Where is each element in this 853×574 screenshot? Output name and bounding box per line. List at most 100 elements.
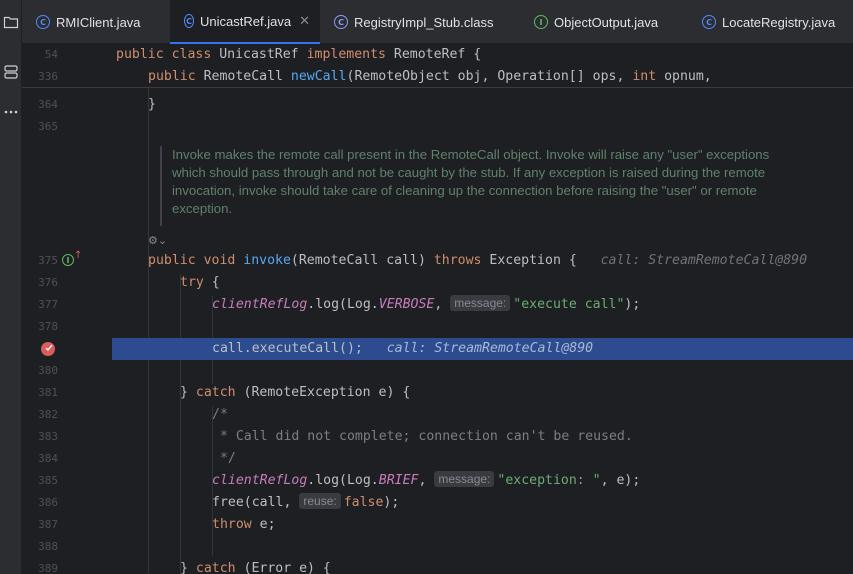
line-number: 364 [38, 98, 58, 111]
implementation-icon[interactable]: I [62, 254, 74, 266]
tab-label: RegistryImpl_Stub.class [354, 14, 494, 30]
rendered-javadoc: Invoke makes the remote call present in … [160, 146, 800, 226]
code-line-377: clientRefLog.log(Log.VERBOSE, message: "e… [212, 294, 640, 316]
call: call.executeCall(); [212, 341, 363, 356]
tab-locateregistry[interactable]: C LocateRegistry.java [688, 0, 853, 44]
param-hint: message: [434, 471, 495, 487]
code-line-379: call.executeCall(); call: StreamRemoteCa… [212, 338, 593, 360]
param-hint: reuse: [299, 493, 341, 509]
call: .log(Log. [307, 297, 379, 312]
more-icon[interactable] [3, 104, 19, 120]
debug-value-hint: call: StreamRemoteCall@890 [600, 253, 808, 268]
line-number: 382 [38, 408, 58, 421]
line-number: 384 [38, 452, 58, 465]
line-number: 383 [38, 430, 58, 443]
keyword: public void [148, 253, 244, 268]
line-number: 380 [38, 364, 58, 377]
params: (Error e) { [235, 561, 331, 574]
tab-registryimpl-stub[interactable]: C RegistryImpl_Stub.class [320, 0, 520, 44]
method-name: invoke [243, 253, 291, 268]
close-icon[interactable]: ✕ [299, 13, 310, 29]
class-icon: C [36, 15, 50, 29]
sep: , [434, 297, 451, 312]
line-number: 376 [38, 276, 58, 289]
brace: } [180, 385, 196, 400]
field: clientRefLog [212, 473, 308, 488]
overrides-arrow-icon[interactable]: ↑ [74, 250, 82, 261]
debug-value-hint: call: StreamRemoteCall@890 [386, 341, 594, 356]
code-line-364: } [148, 97, 156, 112]
class-icon: C [702, 15, 716, 29]
string: "exception: " [497, 473, 601, 488]
line-number: 375 [38, 254, 58, 267]
code-line-384: */ [212, 451, 236, 466]
keyword: catch [195, 385, 236, 400]
tab-objectoutput[interactable]: I ObjectOutput.java [520, 0, 688, 44]
line-number: 377 [38, 298, 58, 311]
indent-guide [180, 274, 181, 574]
keyword: throw [212, 517, 252, 532]
line-number: 381 [38, 386, 58, 399]
sep: , [418, 473, 435, 488]
line-number: 387 [38, 518, 58, 531]
keyword: int [632, 69, 657, 84]
tool-window-strip [0, 0, 22, 574]
line-number: 389 [38, 562, 58, 574]
keyword: implements [306, 47, 394, 62]
code-line-386: free(call, reuse: false); [212, 492, 399, 514]
sticky-method-line: public RemoteCall newCall(RemoteObject o… [148, 66, 712, 88]
tab-label: RMIClient.java [56, 14, 141, 30]
code-line-387: throw e; [212, 514, 276, 536]
line-number: 378 [38, 320, 58, 333]
code-line-383: * Call did not complete; connection can'… [212, 429, 633, 444]
code-line-385: clientRefLog.log(Log.BRIEF, message: "exc… [212, 470, 640, 492]
code-line-375: public void invoke(RemoteCall call) thro… [148, 250, 807, 272]
field: clientRefLog [212, 297, 308, 312]
params: (RemoteObject obj, Operation[] ops, [346, 69, 633, 84]
render-docs-icon[interactable]: ⚙⌄ [148, 234, 167, 247]
call: .log(Log. [307, 473, 379, 488]
tab-label: ObjectOutput.java [554, 14, 659, 30]
brace: { [203, 275, 220, 290]
exception-type: Exception { [489, 253, 577, 268]
keyword: false [343, 495, 384, 510]
rest: e; [251, 517, 276, 532]
line-number: 365 [38, 120, 58, 133]
keyword: throws [433, 253, 490, 268]
code-editor[interactable]: 364 365 375 376 377 378 380 381 382 383 … [22, 44, 853, 574]
code-line-381: } catch (RemoteException e) { [180, 382, 410, 404]
folder-icon[interactable] [3, 14, 19, 30]
keyword: public [148, 69, 204, 84]
line-number: 388 [38, 540, 58, 553]
class-name: UnicastRef [219, 47, 307, 62]
structure-icon[interactable] [3, 64, 19, 80]
interface-icon: I [534, 15, 548, 29]
tab-unicastref[interactable]: C UnicastRef.java ✕ [170, 0, 320, 44]
line-number: 54 [44, 48, 58, 61]
method-name: newCall [290, 69, 347, 84]
param-hint: message: [450, 295, 511, 311]
class-file-icon: C [334, 15, 348, 29]
keyword: public class [116, 47, 220, 62]
tab-label: UnicastRef.java [200, 13, 292, 29]
params: (RemoteCall call) [290, 253, 434, 268]
code-line-376: try { [180, 272, 220, 294]
editor-tab-bar: C RMIClient.java C UnicastRef.java ✕ C R… [22, 0, 853, 44]
end: , e); [600, 473, 641, 488]
sticky-class-line: public class UnicastRef implements Remot… [116, 44, 481, 66]
string: "execute call" [513, 297, 625, 312]
constant: VERBOSE [378, 297, 435, 312]
indent-guide [148, 88, 149, 574]
code-line-382: /* [212, 407, 228, 422]
sticky-scroll-header[interactable]: 54 336 public class UnicastRef implement… [22, 44, 853, 88]
line-number: 336 [38, 70, 58, 83]
type: RemoteCall [203, 69, 291, 84]
keyword: try [180, 275, 204, 290]
breakpoint-icon[interactable] [41, 342, 55, 356]
call: free(call, [212, 495, 300, 510]
tab-rmiclient[interactable]: C RMIClient.java [22, 0, 170, 44]
end: ); [624, 297, 641, 312]
keyword: catch [195, 561, 236, 574]
constant: BRIEF [378, 473, 419, 488]
params: (RemoteException e) { [235, 385, 411, 400]
